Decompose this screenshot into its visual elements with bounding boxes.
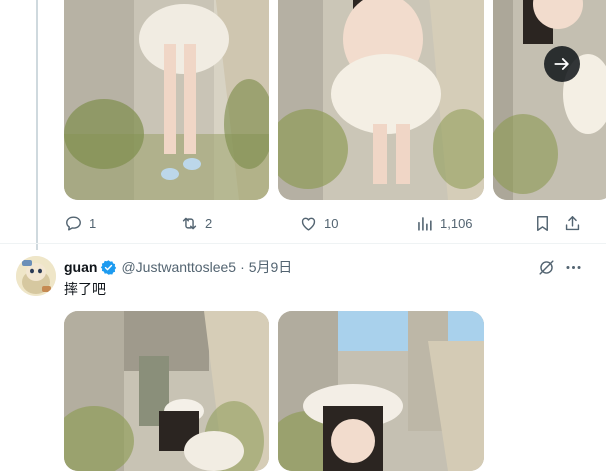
- repost-count: 2: [205, 215, 213, 231]
- grok-icon: [538, 259, 554, 275]
- repost-icon: [182, 217, 197, 229]
- like-button[interactable]: 10: [299, 212, 338, 234]
- views-count: 1,106: [440, 215, 473, 231]
- repost-button[interactable]: 2: [180, 212, 212, 234]
- heart-icon: [301, 217, 316, 231]
- media-photo-3[interactable]: [493, 0, 606, 200]
- media-photo-2[interactable]: [278, 311, 484, 471]
- media-photo-1[interactable]: [64, 0, 269, 200]
- carousel-next-button[interactable]: [544, 46, 580, 82]
- more-icon: [565, 265, 581, 269]
- bookmark-icon: [536, 215, 548, 231]
- media-photo-1[interactable]: [64, 311, 269, 471]
- avatar[interactable]: [16, 256, 56, 296]
- photo-2-image: [278, 0, 484, 200]
- like-count: 10: [324, 215, 339, 231]
- handle[interactable]: @Justwanttoslee5: [121, 259, 236, 275]
- share-icon: [565, 215, 579, 230]
- thread-connector-line: [36, 0, 38, 250]
- media-photo-2[interactable]: [278, 0, 484, 200]
- avatar-image: [16, 256, 56, 296]
- arrow-right-icon: [554, 58, 569, 70]
- photo-1-image: [64, 0, 269, 200]
- grok-button[interactable]: [536, 257, 556, 277]
- reply-count: 1: [89, 215, 97, 231]
- bookmark-button[interactable]: [531, 212, 553, 234]
- tweet-divider: [0, 243, 606, 244]
- reply-icon: [66, 215, 81, 231]
- more-options-button[interactable]: [562, 257, 584, 277]
- photo-3-image: [493, 0, 606, 200]
- tweet-date[interactable]: 5月9日: [249, 257, 293, 277]
- reply-button[interactable]: 1: [64, 212, 96, 234]
- display-name[interactable]: guan: [64, 259, 97, 275]
- views-icon: [418, 216, 432, 231]
- share-button[interactable]: [561, 212, 583, 234]
- tweet-header: guan @Justwanttoslee5 · 5月9日: [64, 257, 292, 277]
- views-button[interactable]: 1,106: [415, 212, 473, 234]
- tweet-text: 摔了吧: [64, 281, 106, 297]
- separator-dot: ·: [240, 259, 245, 275]
- photo-2-image: [278, 311, 484, 471]
- verified-badge-icon: [101, 259, 117, 275]
- photo-1-image: [64, 311, 269, 471]
